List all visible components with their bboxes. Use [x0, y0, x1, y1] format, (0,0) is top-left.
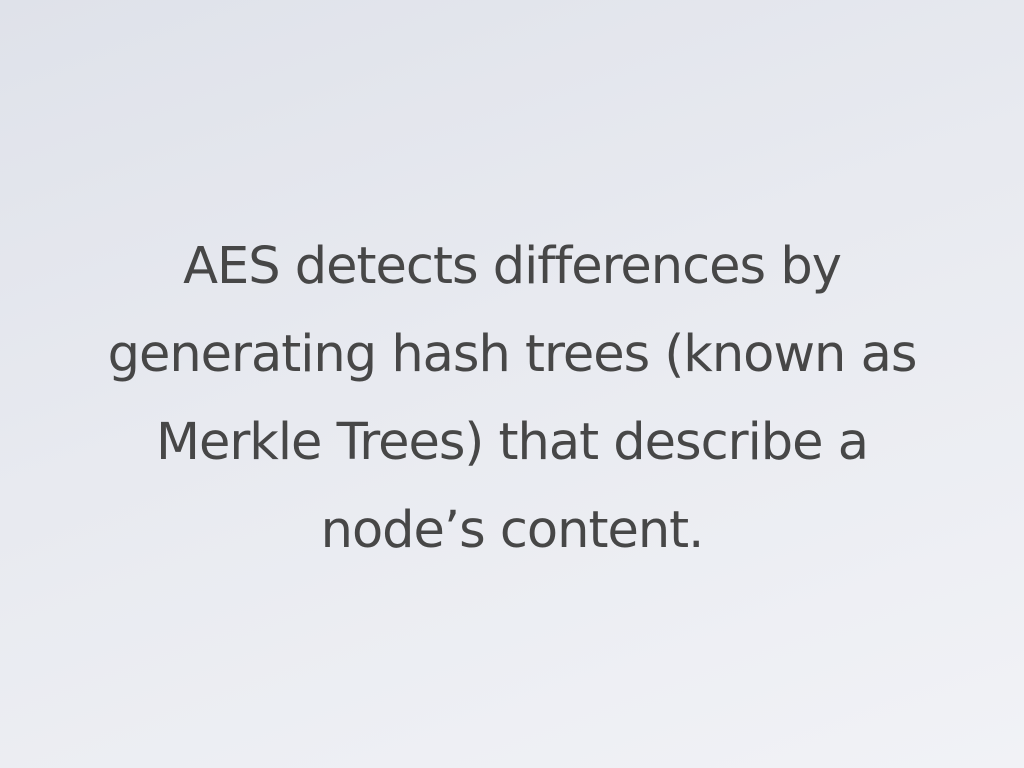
slide-body-text: AES detects differences by generating ha…: [0, 223, 1024, 575]
slide: AES detects differences by generating ha…: [0, 0, 1024, 768]
slide-text-line-4: node’s content.: [320, 501, 705, 560]
slide-text-line-2: generating hash trees (known as: [107, 325, 918, 384]
slide-text-line-1: AES detects differences by: [183, 237, 842, 296]
slide-text-line-3: Merkle Trees) that describe a: [155, 413, 869, 472]
